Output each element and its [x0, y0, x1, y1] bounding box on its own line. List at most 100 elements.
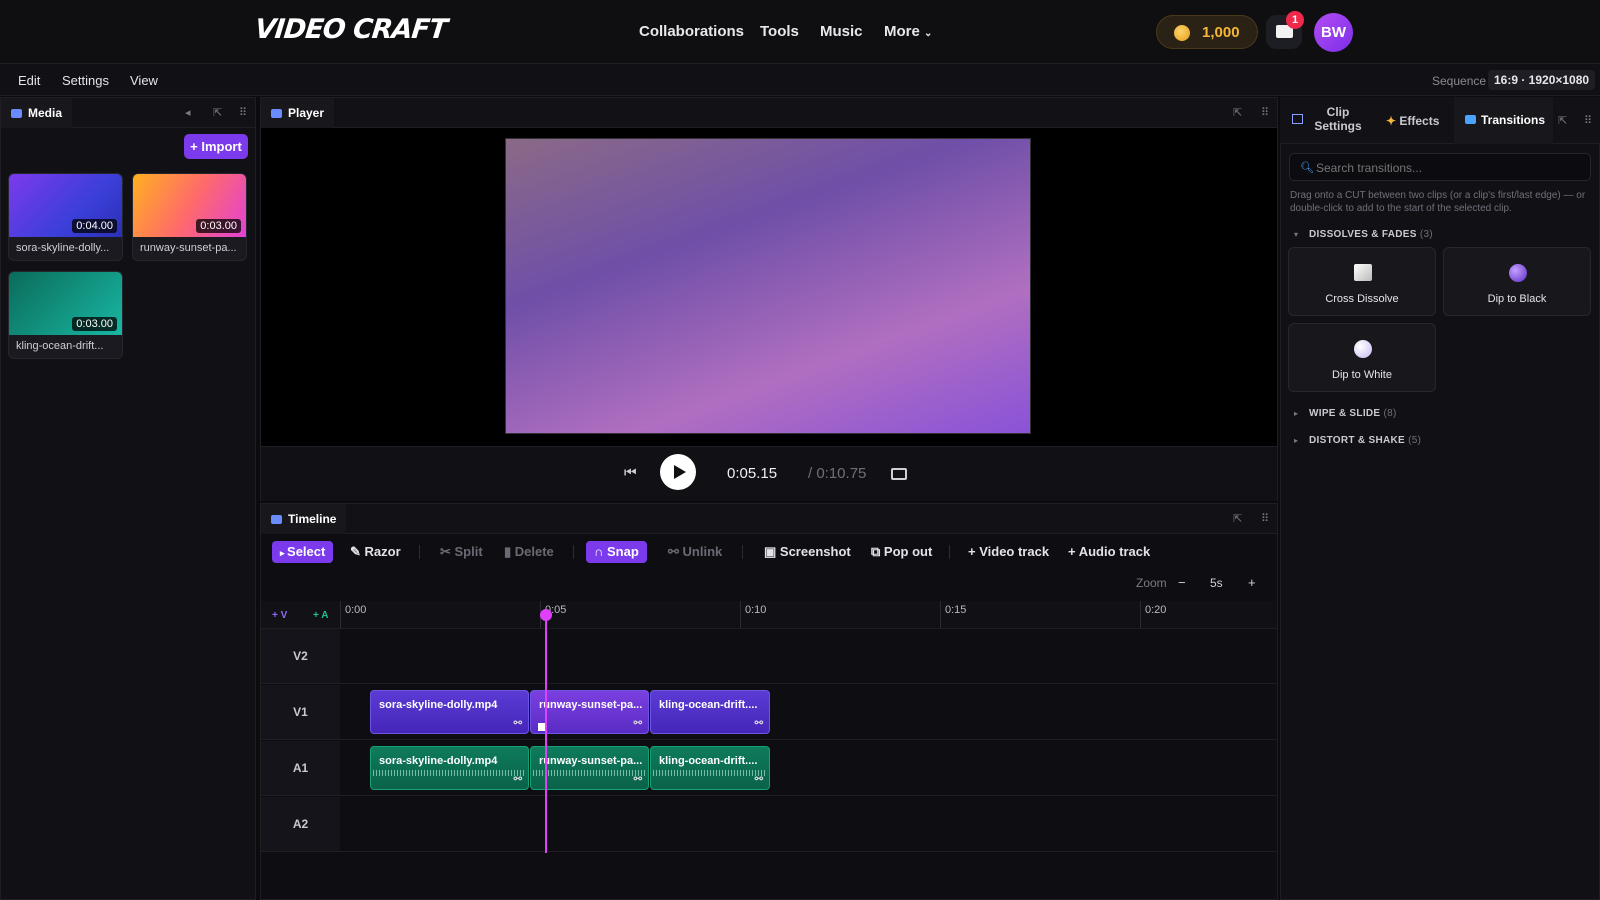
razor-icon: ✎: [350, 544, 365, 559]
transition-search-input[interactable]: [1316, 158, 1584, 178]
tab-timeline[interactable]: Timeline: [261, 504, 347, 534]
select-tool-button[interactable]: ▸ Select: [272, 541, 334, 563]
timeline-panel-header: Timeline ⇱ ⠿: [261, 504, 1277, 534]
section-distort-shake[interactable]: DISTORT & SHAKE (5): [1309, 435, 1421, 446]
tab-media[interactable]: Media: [1, 98, 73, 128]
avatar[interactable]: BW: [1314, 13, 1353, 52]
menu-bar: Edit Settings View Sequence 16:9 · 1920×…: [0, 64, 1600, 96]
video-clip[interactable]: kling-ocean-drift.... ⚯: [650, 690, 770, 734]
snap-toggle[interactable]: ∩ Snap: [586, 541, 647, 563]
media-item[interactable]: 0:03.00 runway-sunset-pa...: [132, 173, 247, 261]
expand-icon[interactable]: ⇱: [1233, 106, 1242, 119]
tab-timeline-label: Timeline: [288, 512, 337, 526]
screenshot-label: Screenshot: [779, 544, 851, 559]
screenshot-button[interactable]: ▣ Screenshot: [756, 541, 859, 563]
skip-back-icon[interactable]: ⏮: [624, 464, 637, 481]
video-clip[interactable]: sora-skyline-dolly.mp4 ⚯: [370, 690, 529, 734]
delete-button[interactable]: ▮ Delete: [496, 541, 562, 563]
camera-icon[interactable]: [891, 468, 907, 480]
sparkle-icon: ✦: [1386, 114, 1400, 128]
caret-right-icon[interactable]: ▸: [1294, 409, 1298, 418]
sequence-label: Sequence: [1432, 74, 1487, 88]
add-video-track-button[interactable]: + Video track: [960, 541, 1057, 563]
drag-handle-icon[interactable]: ⠿: [1261, 512, 1269, 525]
media-duration: 0:03.00: [72, 317, 117, 331]
notification-badge: 1: [1286, 11, 1304, 29]
audio-clip[interactable]: kling-ocean-drift.... ⚯: [650, 746, 770, 790]
expand-icon[interactable]: ⇱: [1233, 512, 1242, 525]
tab-media-label: Media: [28, 106, 63, 120]
caret-right-icon[interactable]: ▸: [1294, 436, 1298, 445]
drag-handle-icon[interactable]: ⠿: [1584, 114, 1592, 127]
sequence-format[interactable]: 16:9 · 1920×1080: [1488, 70, 1596, 90]
dip-white-icon: [1354, 340, 1372, 358]
audio-clip[interactable]: runway-sunset-pa... ⚯: [530, 746, 649, 790]
section-dissolves[interactable]: DISSOLVES & FADES (3): [1309, 229, 1433, 240]
menu-settings[interactable]: Settings: [62, 73, 109, 88]
section-title: DISSOLVES & FADES: [1309, 229, 1417, 240]
play-button[interactable]: [660, 454, 696, 490]
top-bar: VIDEO CRAFT Collaborations Tools Music M…: [0, 0, 1600, 64]
transition-label: Dip to White: [1332, 369, 1392, 381]
popout-button[interactable]: ⧉ Pop out: [863, 541, 940, 563]
drag-handle-icon[interactable]: ⠿: [239, 106, 247, 119]
time-ruler[interactable]: [340, 601, 1277, 629]
transition-dip-white[interactable]: Dip to White: [1288, 323, 1436, 392]
collapse-left-icon[interactable]: ◂: [185, 106, 191, 119]
video-preview[interactable]: [506, 139, 1030, 433]
expand-icon[interactable]: ⇱: [213, 106, 222, 119]
razor-tool-button[interactable]: ✎ Razor: [342, 541, 409, 563]
trash-icon: ▮: [504, 544, 515, 559]
track-label-v1: V1: [261, 685, 340, 740]
media-item[interactable]: 0:03.00 kling-ocean-drift...: [8, 271, 123, 359]
menu-view[interactable]: View: [130, 73, 158, 88]
app-logo[interactable]: VIDEO CRAFT: [253, 14, 448, 45]
select-tool-label: Select: [287, 544, 326, 559]
audio-clip[interactable]: sora-skyline-dolly.mp4 ⚯: [370, 746, 529, 790]
menu-edit[interactable]: Edit: [18, 73, 40, 88]
drag-handle-icon[interactable]: ⠿: [1261, 106, 1269, 119]
link-icon: ⚯: [754, 718, 763, 729]
delete-label: Delete: [514, 544, 554, 559]
zoom-out-button[interactable]: −: [1178, 575, 1186, 590]
nav-more[interactable]: More ⌄: [884, 23, 932, 40]
transition-cross-dissolve[interactable]: Cross Dissolve: [1288, 247, 1436, 316]
playhead-handle[interactable]: [540, 609, 552, 621]
snap-label: Snap: [607, 544, 639, 559]
media-panel-header: Media ◂ ⇱ ⠿: [1, 98, 255, 128]
section-wipe-slide[interactable]: WIPE & SLIDE (8): [1309, 408, 1397, 419]
tab-transitions[interactable]: Transitions: [1454, 97, 1553, 144]
add-video-track-shortcut[interactable]: + V: [272, 610, 287, 621]
transition-dip-black[interactable]: Dip to Black: [1443, 247, 1591, 316]
add-audio-track-shortcut[interactable]: + A: [313, 610, 328, 621]
razor-tool-label: Razor: [364, 544, 401, 559]
nav-music[interactable]: Music: [820, 23, 863, 40]
tab-player[interactable]: Player: [261, 98, 335, 128]
link-icon: ⚯: [754, 774, 763, 785]
transition-label: Dip to Black: [1487, 293, 1547, 305]
section-count: (8): [1383, 408, 1397, 419]
unlink-button[interactable]: ⚯ Unlink: [660, 541, 730, 563]
track-a2[interactable]: [340, 797, 1277, 852]
video-clip[interactable]: runway-sunset-pa... ⚯: [530, 690, 649, 734]
caret-down-icon[interactable]: ▾: [1294, 230, 1298, 239]
tab-clip-settings[interactable]: Clip Settings: [1310, 105, 1366, 151]
playhead[interactable]: [545, 610, 547, 853]
section-count: (3): [1419, 229, 1433, 240]
zoom-value: 5s: [1210, 576, 1223, 590]
toolbar-divider: [742, 545, 743, 559]
coin-balance[interactable]: 1,000: [1156, 15, 1258, 49]
toolbar-divider: [419, 545, 420, 559]
expand-icon[interactable]: ⇱: [1558, 114, 1567, 127]
add-audio-track-button[interactable]: + Audio track: [1060, 541, 1158, 563]
ruler-tick-label: 0:00: [345, 604, 367, 616]
scissors-icon: ✂: [440, 544, 455, 559]
split-button[interactable]: ✂ Split: [432, 541, 491, 563]
track-v2[interactable]: [340, 629, 1277, 684]
media-item[interactable]: 0:04.00 sora-skyline-dolly...: [8, 173, 123, 261]
import-button[interactable]: + Import: [184, 134, 248, 159]
zoom-in-button[interactable]: +: [1248, 575, 1256, 590]
nav-collaborations[interactable]: Collaborations: [639, 23, 744, 40]
transition-search[interactable]: 🔍︎: [1289, 153, 1591, 181]
nav-tools[interactable]: Tools: [760, 23, 799, 40]
